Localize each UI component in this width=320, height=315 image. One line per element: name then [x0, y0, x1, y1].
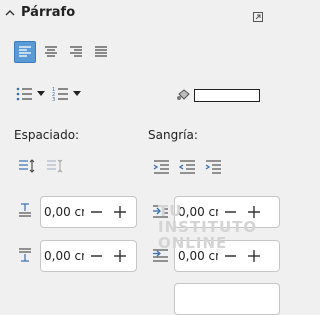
chevron-down-icon[interactable]: [73, 91, 81, 97]
chevron-down-icon[interactable]: [37, 91, 45, 97]
spacing-below-icon: [19, 248, 31, 262]
increment-button[interactable]: [108, 241, 132, 271]
increase-spacing-icon[interactable]: [18, 158, 36, 174]
minus-icon: [90, 255, 102, 257]
paragraph-background-button[interactable]: [176, 88, 260, 102]
increment-button[interactable]: [108, 197, 132, 227]
bullet-list-icon: [16, 87, 32, 101]
watermark: TU INSTITUTO ONLINE: [158, 202, 258, 252]
minus-icon: [90, 211, 102, 213]
spacing-below-input[interactable]: [41, 249, 84, 263]
align-right-icon: [70, 46, 82, 57]
minus-icon: [224, 255, 236, 257]
spacing-below-spinner[interactable]: [40, 240, 137, 272]
spacing-above-spinner[interactable]: [40, 196, 137, 228]
decrease-spacing-icon[interactable]: [46, 158, 64, 174]
bullet-list-button[interactable]: [16, 86, 45, 102]
align-center-button[interactable]: [40, 41, 62, 63]
justify-icon: [95, 46, 107, 57]
spacing-heading: Espaciado:: [14, 128, 80, 142]
decrease-indent-icon[interactable]: [179, 160, 196, 174]
align-left-icon: [19, 46, 31, 57]
align-left-button[interactable]: [14, 41, 36, 63]
spacing-above-input[interactable]: [41, 205, 84, 219]
panel-header[interactable]: Párrafo: [4, 5, 75, 20]
increase-indent-icon[interactable]: [153, 160, 170, 174]
decrement-button[interactable]: [84, 197, 108, 227]
plus-icon: [114, 250, 126, 262]
last-line-indent-spinner[interactable]: [174, 283, 280, 315]
paragraph-background-icon: [177, 89, 190, 100]
plus-icon: [248, 250, 260, 262]
more-options-icon[interactable]: [253, 12, 263, 22]
numbered-list-button[interactable]: 123: [52, 86, 81, 102]
color-swatch[interactable]: [194, 88, 260, 102]
plus-icon: [114, 206, 126, 218]
collapse-chevron-icon[interactable]: [4, 7, 16, 19]
decrement-button[interactable]: [84, 241, 108, 271]
spacing-above-icon: [19, 203, 31, 217]
svg-text:3: 3: [52, 97, 55, 102]
hanging-indent-icon[interactable]: [205, 160, 222, 174]
indent-heading: Sangría:: [148, 128, 198, 142]
align-center-icon: [45, 46, 57, 57]
justify-button[interactable]: [90, 41, 112, 63]
panel-title: Párrafo: [21, 5, 76, 20]
align-right-button[interactable]: [65, 41, 87, 63]
numbered-list-icon: 123: [52, 87, 68, 102]
